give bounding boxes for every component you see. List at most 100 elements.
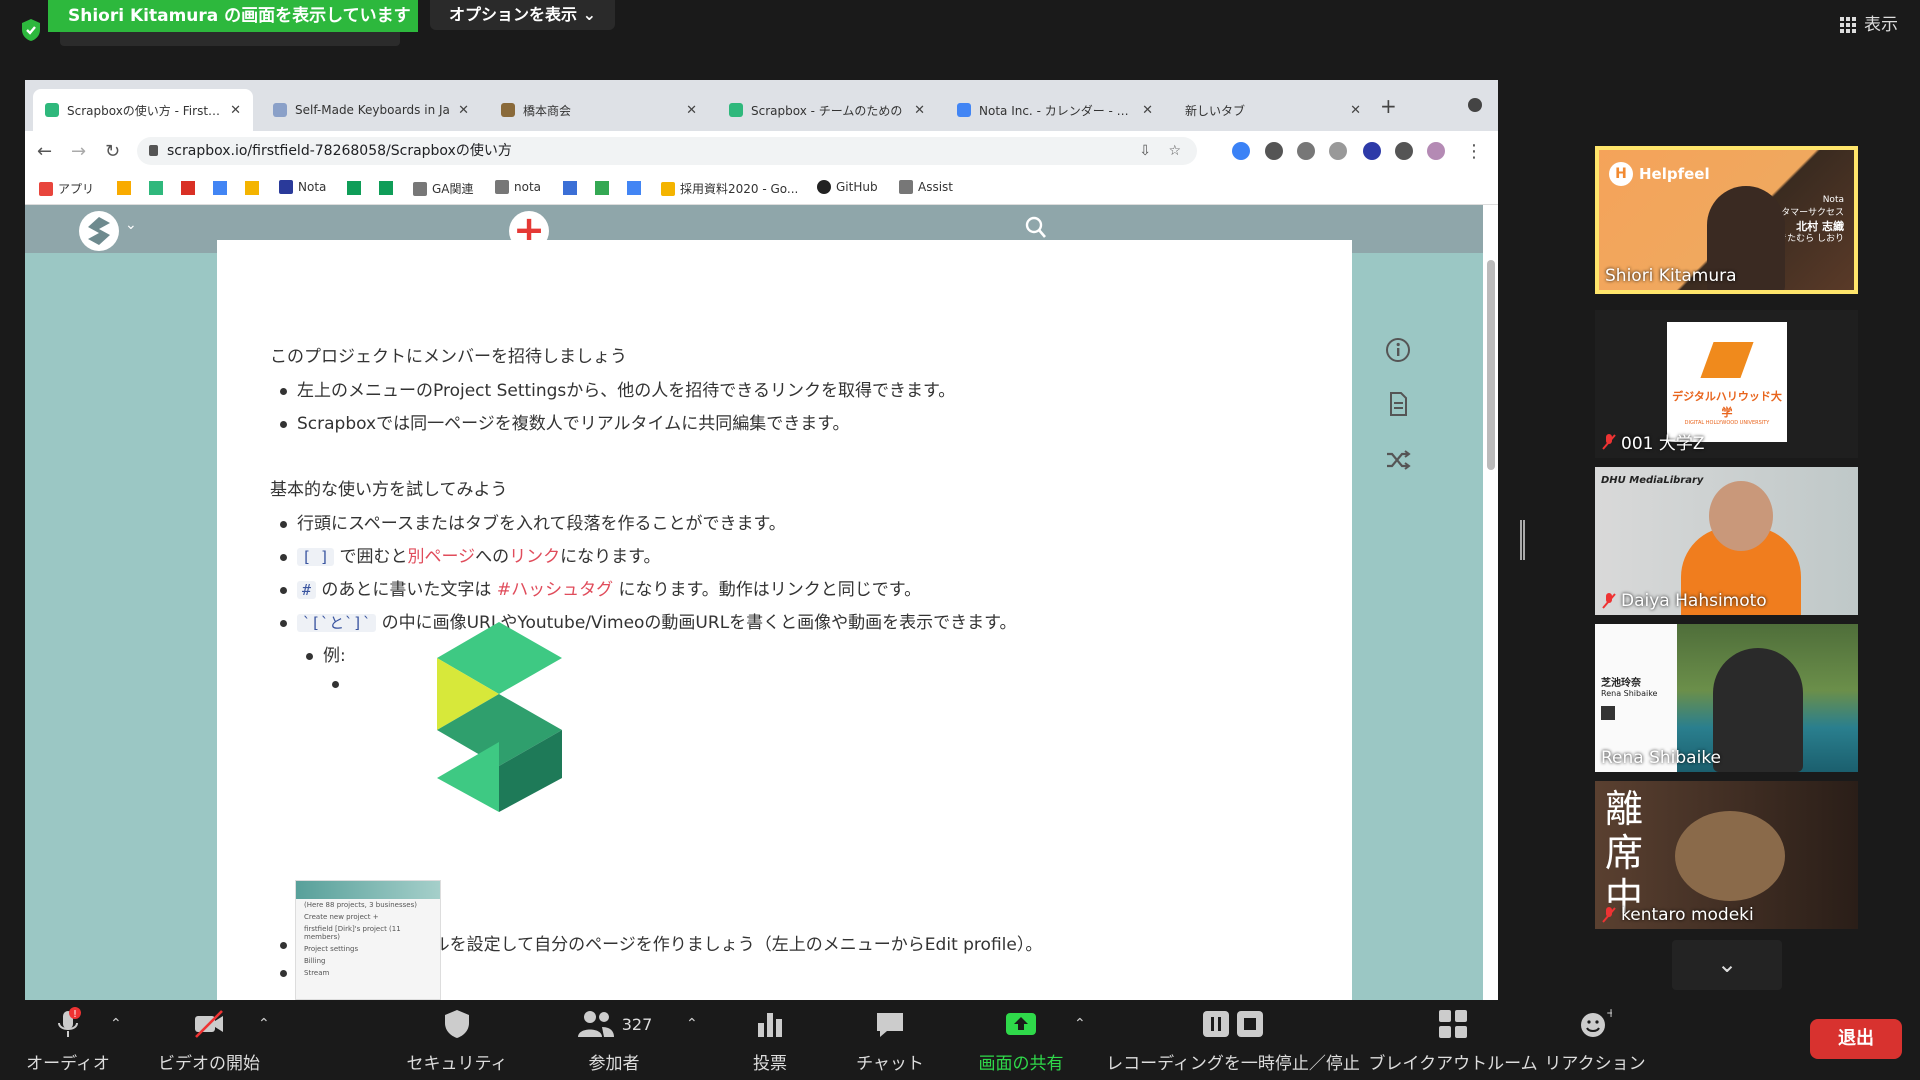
scrapbox-image[interactable] [437, 622, 562, 812]
video-tile-kentaro[interactable]: 離席中 kentaro modeki [1595, 781, 1858, 929]
chevron-up-icon[interactable]: ⌃ [1074, 1016, 1086, 1032]
forward-icon[interactable]: → [71, 141, 86, 162]
participants-icon [577, 1011, 614, 1037]
reload-icon[interactable]: ↻ [105, 141, 120, 162]
tab-search-icon[interactable] [1468, 98, 1482, 112]
section-title: 基本的な使い方を試してみよう [270, 480, 508, 500]
bookmark-recruit[interactable]: 採用資料2020 - Go... [661, 180, 798, 197]
section-title: このプロジェクトにメンバーを招待しましょう [270, 347, 627, 367]
close-icon[interactable]: ✕ [1142, 103, 1153, 118]
extension-icon[interactable] [1297, 142, 1315, 160]
list-item [332, 674, 349, 694]
mic-muted-icon [1602, 593, 1616, 609]
bookmark-icon[interactable] [563, 181, 577, 195]
audio-button[interactable]: ! オーディオ [26, 1000, 110, 1080]
gmail-icon[interactable] [181, 181, 195, 195]
reactions-button[interactable]: + リアクション [1544, 1000, 1645, 1080]
bar-chart-icon [758, 1013, 782, 1037]
close-icon[interactable]: ✕ [1350, 103, 1361, 118]
tab-new[interactable]: 新しいタブ ✕ [1173, 89, 1373, 131]
extension-icon[interactable] [1329, 142, 1347, 160]
security-button[interactable]: セキュリティ [407, 1000, 508, 1080]
tab-scrapbox-team[interactable]: Scrapbox - チームのための ✕ [717, 89, 937, 131]
page-link[interactable]: 別ページ [408, 547, 476, 567]
page-link[interactable]: リンク [509, 547, 560, 567]
leave-button[interactable]: 退出 [1810, 1019, 1902, 1059]
extension-icon[interactable] [1232, 142, 1250, 160]
start-video-button[interactable]: ビデオの開始 [154, 1000, 264, 1080]
microphone-icon: ! [58, 1007, 81, 1037]
tab-keyboards[interactable]: Self-Made Keyboards in Ja ✕ [261, 89, 481, 131]
video-tile-shiori[interactable]: H Helpfeel Nota カスタマーサクセス 北村 志織 きたむら しおり… [1595, 146, 1858, 294]
tab-scrapbox-howto[interactable]: Scrapboxの使い方 - FirstFie ✕ [33, 89, 253, 131]
chevron-down-icon[interactable]: ⌄ [1672, 940, 1782, 990]
bookmark-icon[interactable] [245, 181, 259, 195]
bookmark-nota-folder[interactable]: nota [495, 180, 541, 194]
video-off-icon [195, 1010, 223, 1038]
star-icon[interactable]: ☆ [1168, 137, 1181, 165]
participants-button[interactable]: 327 参加者 [574, 1000, 654, 1080]
sharing-banner: Shiori Kitamura の画面を表示しています [48, 0, 418, 32]
chevron-down-icon[interactable]: ⌄ [125, 217, 137, 233]
tab-hashimoto[interactable]: 橋本商会 ✕ [489, 89, 709, 131]
scrapbox-icon[interactable] [149, 181, 163, 195]
share-screen-icon [1006, 1013, 1036, 1035]
shared-browser-window: Scrapboxの使い方 - FirstFie ✕ Self-Made Keyb… [25, 80, 1498, 1000]
list-item: Scrapboxでは同一ページを複数人でリアルタイムに共同編集できます。 [280, 409, 850, 434]
list-item: 例: [306, 641, 346, 666]
extension-icon[interactable] [1265, 142, 1283, 160]
share-screen-button[interactable]: 画面の共有 [966, 1000, 1076, 1080]
grid-icon [1840, 17, 1856, 33]
video-tile-rena[interactable]: 芝池玲奈 Rena Shibaike Rena Shibaike [1595, 624, 1858, 772]
page-scrollbar[interactable] [1487, 260, 1495, 470]
video-tile-daiya[interactable]: DHU MediaLibrary Daiya Hahsimoto [1595, 467, 1858, 615]
drive-icon[interactable] [595, 181, 609, 195]
analytics-icon[interactable] [117, 181, 131, 195]
chevron-up-icon[interactable]: ⌃ [110, 1016, 122, 1032]
close-icon[interactable]: ✕ [686, 103, 697, 118]
search-icon[interactable] [1025, 215, 1047, 239]
bookmark-apps[interactable]: アプリ [39, 180, 94, 197]
extension-icon[interactable] [1363, 142, 1381, 160]
bookmark-assist[interactable]: Assist [899, 180, 953, 194]
meet-icon[interactable] [347, 181, 361, 195]
polls-button[interactable]: 投票 [730, 1000, 810, 1080]
chevron-up-icon[interactable]: ⌃ [258, 1016, 270, 1032]
hashtag-link[interactable]: #ハッシュタグ [497, 580, 613, 600]
bookmark-ga[interactable]: GA関連 [413, 180, 474, 197]
panel-resize-handle[interactable] [1520, 520, 1525, 560]
lock-icon [149, 145, 158, 156]
close-icon[interactable]: ✕ [914, 103, 925, 118]
chevron-up-icon[interactable]: ⌃ [686, 1016, 698, 1032]
project-menu-button[interactable] [79, 211, 119, 251]
sheets-icon[interactable] [379, 181, 393, 195]
info-icon[interactable] [1385, 337, 1411, 363]
url-input[interactable]: scrapbox.io/firstfield-78268058/Scrapbox… [137, 137, 1197, 165]
back-icon[interactable]: ← [37, 141, 52, 162]
profile-menu-screenshot[interactable]: (Here 88 projects, 3 businesses) Create … [295, 880, 441, 1000]
close-icon[interactable]: ✕ [458, 103, 469, 118]
bookmark-nota[interactable]: Nota [279, 180, 326, 194]
nota-icon [279, 180, 293, 194]
install-icon[interactable]: ⇩ [1139, 137, 1151, 165]
calendar-icon[interactable] [213, 181, 227, 195]
recording-button[interactable]: レコーディングを一時停止／停止 [1106, 1000, 1360, 1080]
document-icon[interactable] [1385, 391, 1411, 417]
kebab-menu-icon[interactable]: ⋮ [1465, 141, 1483, 162]
svg-text:!: ! [73, 1009, 77, 1020]
view-options-button[interactable]: オプションを表示 ⌄ [430, 0, 615, 30]
breakout-rooms-button[interactable]: ブレイクアウトルーム [1368, 1000, 1538, 1080]
close-icon[interactable]: ✕ [230, 103, 241, 118]
new-tab-icon[interactable]: + [1380, 94, 1397, 118]
avatar[interactable] [1427, 142, 1445, 160]
view-layout-button[interactable]: 表示 [1840, 12, 1898, 38]
security-shield-icon [22, 19, 40, 41]
puzzle-icon[interactable] [1395, 142, 1413, 160]
video-tile-university[interactable]: デジタルハリウッド大学 DIGITAL HOLLYWOOD UNIVERSITY… [1595, 310, 1858, 458]
docs-icon[interactable] [627, 181, 641, 195]
bookmark-github[interactable]: GitHub [817, 180, 878, 194]
tab-calendar[interactable]: Nota Inc. - カレンダー - 202 ✕ [945, 89, 1165, 131]
chat-button[interactable]: チャット [850, 1000, 930, 1080]
shuffle-icon[interactable] [1385, 447, 1411, 473]
participant-figure [1713, 648, 1803, 772]
